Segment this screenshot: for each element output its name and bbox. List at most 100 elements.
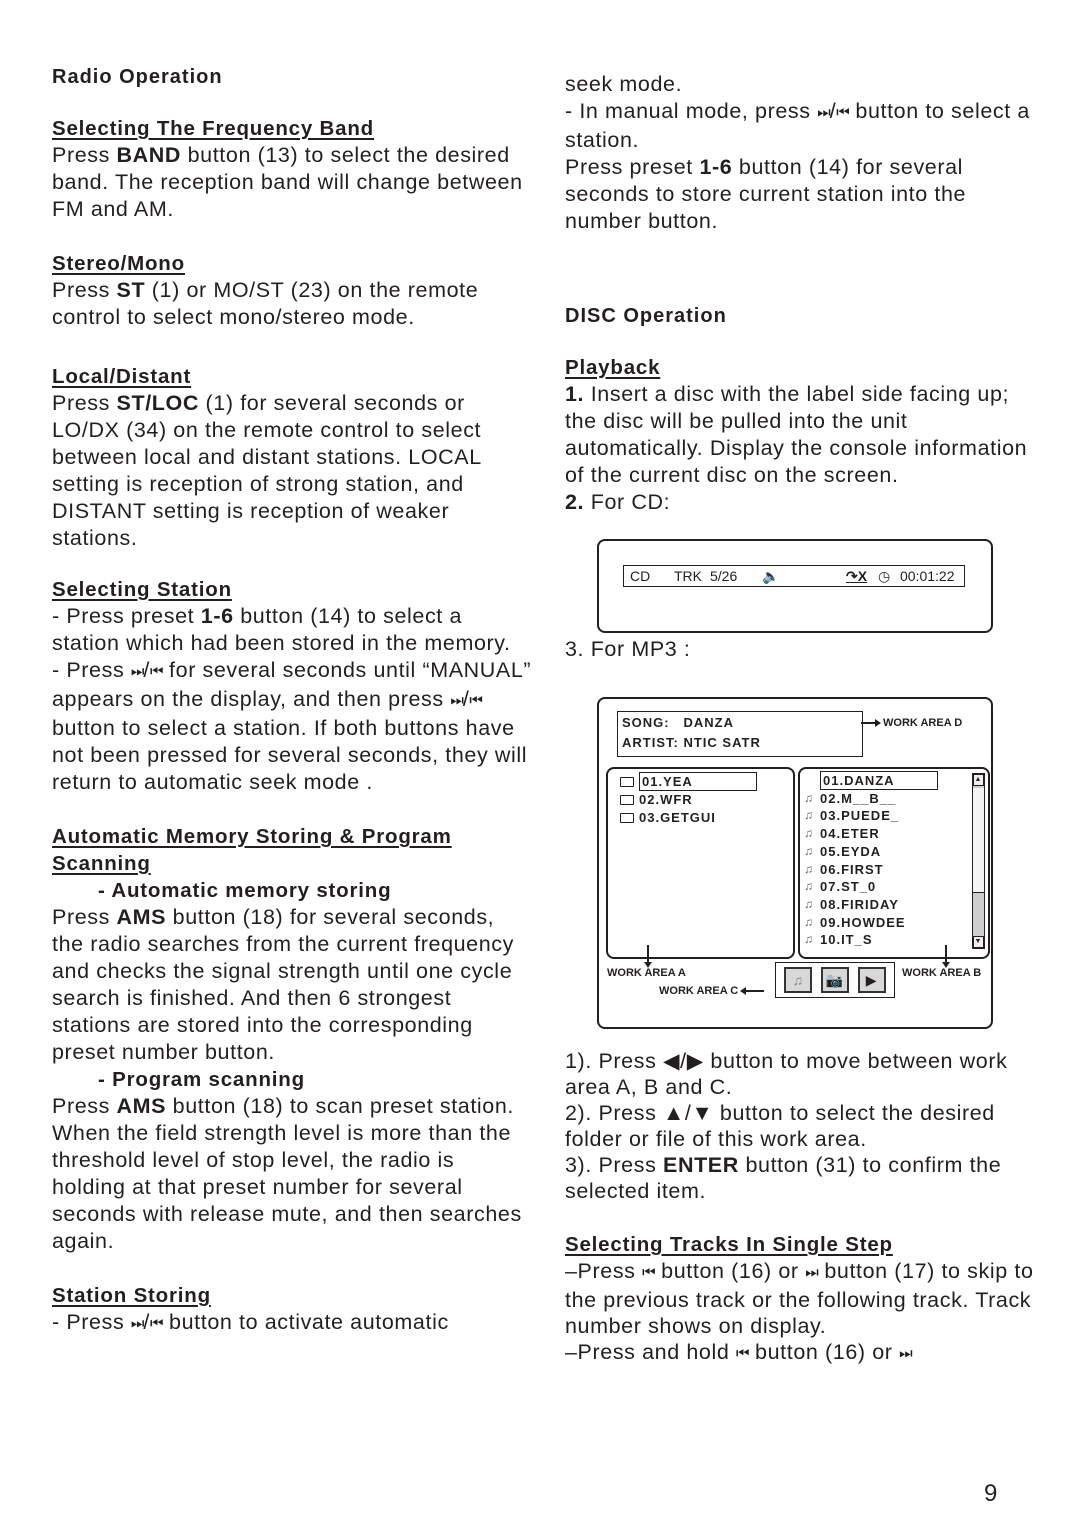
clock-icon: ◷ — [878, 568, 891, 584]
file-name: 01.DANZA — [820, 771, 938, 790]
frequency-band-text: Press BAND button (13) to select the des… — [52, 143, 523, 221]
play-icon[interactable]: ▶ — [857, 967, 886, 993]
playback-step-2: 2. For CD: — [565, 490, 671, 514]
file-item[interactable]: ♫ 06.FIRST — [804, 861, 884, 878]
folder-icon — [620, 812, 634, 823]
control-bar: ♫ 📷 ▶ — [775, 962, 895, 998]
scroll-up-icon[interactable]: ▲ — [973, 774, 984, 786]
station-storing-text: - Press ⏭/⏮ button to activate automatic — [52, 1309, 532, 1338]
next-icon: ⏭ — [899, 1345, 912, 1362]
next-icon: ⏭ — [805, 1264, 818, 1281]
playback-step-3: 3. For MP3 : — [565, 637, 691, 661]
ams-subheading-scanning: - Program scanning — [98, 1068, 305, 1091]
prev-icon: ⏮ — [836, 104, 849, 121]
selecting-station-text-1: - Press preset 1-6 button (14) to select… — [52, 604, 511, 655]
playback-step-1: 1. Insert a disc with the label side fac… — [565, 382, 1028, 487]
station-storing-heading: Station Storing — [52, 1284, 211, 1307]
repeat-off-icon: ↷X — [846, 568, 868, 584]
file-pane[interactable]: ▲ ▼ 01.DANZA ♫ 02.M__B__ ♫ 03.PUEDE_ ♫ 04.ETER… — [798, 767, 990, 959]
single-step-text-1: –Press ⏮ button (16) or ⏭ button (17) to… — [565, 1259, 1034, 1338]
folder-name: 01.YEA — [639, 772, 757, 791]
stereo-mono-heading: Stereo/Mono — [52, 252, 185, 275]
next-icon: ⏭ — [817, 104, 830, 121]
right-column-bottom: 1). Press ◀/▶ button to move between wor… — [565, 1048, 1035, 1368]
music-note-icon[interactable]: ♫ — [784, 967, 813, 993]
file-name: 03.PUEDE_ — [820, 808, 900, 824]
work-area-a-label: WORK AREA A — [607, 967, 686, 979]
arrow-down-icon — [942, 945, 949, 968]
scroll-thumb[interactable] — [973, 788, 984, 893]
next-icon: ⏭ — [130, 663, 144, 680]
file-item[interactable]: ♫ 03.PUEDE_ — [804, 807, 899, 824]
scroll-down-icon[interactable]: ▼ — [973, 936, 984, 948]
folder-name: 02.WFR — [639, 792, 693, 807]
file-item[interactable]: ♫ 02.M__B__ — [804, 790, 896, 807]
scrollbar[interactable]: ▲ ▼ — [972, 773, 985, 949]
file-name: 04.ETER — [820, 826, 880, 842]
prev-icon: ⏮ — [735, 1345, 749, 1362]
ams-subheading-storing: - Automatic memory storing — [98, 879, 392, 902]
folder-item[interactable]: 01.YEA — [620, 772, 757, 791]
music-note-icon: ♫ — [804, 914, 814, 929]
preset-store-text: Press preset 1-6 button (14) for several… — [565, 155, 967, 233]
cd-elapsed-time: 00:01:22 — [900, 568, 955, 584]
folder-name: 03.GETGUI — [639, 810, 716, 825]
file-item[interactable]: ♫ 10.IT_S — [804, 931, 873, 948]
ams-heading: Automatic Memory Storing & Program Scann… — [52, 825, 452, 875]
arrow-right-icon — [861, 719, 881, 726]
music-note-icon: ♫ — [804, 861, 814, 876]
file-item[interactable]: ♫ 05.EYDA — [804, 843, 881, 860]
file-name: 09.HOWDEE — [820, 914, 906, 930]
file-name: 07.ST_0 — [820, 879, 877, 895]
selecting-station-heading: Selecting Station — [52, 578, 232, 601]
file-name: 10.IT_S — [820, 932, 873, 948]
music-note-icon: ♫ — [804, 932, 814, 947]
folder-icon — [620, 794, 634, 805]
local-distant-text: Press ST/LOC (1) for several seconds or … — [52, 391, 482, 550]
music-note-icon: ♫ — [804, 808, 814, 823]
radio-operation-title: Radio Operation — [52, 66, 223, 88]
cd-track-number: 5/26 — [710, 568, 738, 584]
nav-step-2: 2). Press ▲/▼ button to select the desir… — [565, 1101, 995, 1151]
file-item[interactable]: ♫ 04.ETER — [804, 825, 880, 842]
file-name: 02.M__B__ — [820, 790, 897, 806]
seek-mode-continued: seek mode. — [565, 72, 683, 96]
file-item[interactable]: 01.DANZA — [804, 771, 938, 790]
file-name: 06.FIRST — [820, 861, 884, 877]
file-item[interactable]: ♫ 09.HOWDEE — [804, 914, 906, 931]
file-item[interactable]: ♫ 08.FIRIDAY — [804, 896, 899, 913]
page-number: 9 — [984, 1480, 998, 1507]
music-note-icon: ♫ — [804, 896, 814, 911]
prev-icon: ⏮ — [149, 663, 163, 680]
music-note-icon: ♫ — [804, 843, 814, 858]
prev-icon: ⏮ — [149, 1315, 163, 1332]
playback-heading: Playback — [565, 356, 661, 379]
mp3-display-panel: SONG: DANZA ARTIST: NTIC SATR WORK AREA … — [597, 697, 993, 1029]
local-distant-heading: Local/Distant — [52, 365, 192, 388]
camera-icon[interactable]: 📷 — [820, 967, 849, 993]
cd-status-bar: CD TRK 5/26 🔈 ↷X ◷ 00:01:22 — [623, 565, 965, 587]
cd-display-panel: CD TRK 5/26 🔈 ↷X ◷ 00:01:22 — [597, 539, 993, 633]
stereo-mono-text: Press ST (1) or MO/ST (23) on the remote… — [52, 278, 479, 329]
disc-operation-title: DISC Operation — [565, 305, 727, 327]
folder-pane[interactable]: 01.YEA 02.WFR 03.GETGUI — [606, 767, 795, 959]
work-area-c-label: WORK AREA C — [659, 985, 765, 997]
song-info-box: SONG: DANZA ARTIST: NTIC SATR — [617, 711, 863, 757]
folder-item[interactable]: 03.GETGUI — [620, 809, 716, 826]
single-step-heading: Selecting Tracks In Single Step — [565, 1233, 893, 1256]
speaker-icon: 🔈 — [762, 568, 780, 584]
file-name: 08.FIRIDAY — [820, 896, 899, 912]
file-item[interactable]: ♫ 07.ST_0 — [804, 878, 876, 895]
frequency-band-heading: Selecting The Frequency Band — [52, 117, 374, 140]
music-note-icon: ♫ — [804, 879, 814, 894]
prev-icon: ⏮ — [469, 692, 482, 709]
nav-step-1: 1). Press ◀/▶ button to move between wor… — [565, 1049, 1008, 1099]
ams-storing-text: Press AMS button (18) for several second… — [52, 905, 514, 1064]
file-name: 05.EYDA — [820, 843, 882, 859]
music-note-icon: ♫ — [804, 790, 814, 805]
ams-scanning-text: Press AMS button (18) to scan preset sta… — [52, 1094, 522, 1253]
folder-open-icon — [620, 776, 634, 787]
cd-source: CD — [630, 568, 651, 584]
folder-item[interactable]: 02.WFR — [620, 791, 693, 808]
next-icon: ⏭ — [130, 1315, 144, 1332]
